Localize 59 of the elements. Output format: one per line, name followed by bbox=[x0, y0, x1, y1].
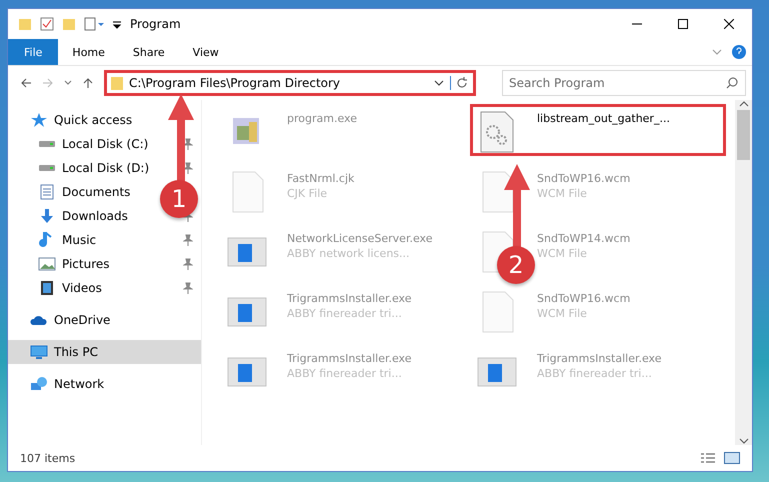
scrollbar-thumb[interactable] bbox=[737, 110, 750, 160]
chevron-down-icon bbox=[712, 49, 722, 55]
folder-icon bbox=[111, 76, 123, 90]
file-type: ABBY finereader tri... bbox=[287, 307, 403, 320]
sidebar-item[interactable]: Pictures bbox=[62, 257, 110, 271]
item-count: 107 items bbox=[20, 452, 76, 464]
sidebar-item[interactable]: Documents bbox=[62, 185, 130, 199]
file-type: WCM File bbox=[537, 247, 588, 260]
search-icon bbox=[726, 77, 738, 89]
file-type: ABBY finereader tri... bbox=[287, 367, 403, 380]
details-view-icon bbox=[700, 452, 716, 464]
network-icon bbox=[30, 376, 48, 392]
download-icon bbox=[38, 208, 56, 224]
large-icons-view-icon bbox=[724, 452, 740, 464]
sidebar-item[interactable]: This PC bbox=[8, 340, 201, 364]
file-type: ABBY network licens... bbox=[287, 247, 411, 260]
ribbon-tab[interactable]: Home bbox=[58, 39, 119, 65]
file-type: ABBY finereader tri... bbox=[537, 367, 653, 380]
star-icon bbox=[30, 112, 48, 128]
sidebar-item[interactable]: Local Disk (D:) bbox=[62, 161, 150, 175]
back-icon bbox=[20, 77, 32, 89]
folder-icon bbox=[62, 17, 76, 31]
scroll-up-icon bbox=[738, 100, 748, 108]
maximize-icon[interactable] bbox=[678, 19, 688, 29]
sidebar-item[interactable]: Videos bbox=[62, 281, 102, 295]
pc-icon bbox=[30, 344, 48, 360]
address-path: C:\Program Files\Program Directory bbox=[129, 76, 342, 90]
ribbon-tab[interactable]: View bbox=[178, 39, 233, 65]
sidebar-item[interactable]: Network bbox=[54, 377, 104, 391]
chevron-down-icon bbox=[64, 80, 72, 86]
videos-icon bbox=[38, 280, 56, 296]
chevron-down-icon bbox=[434, 80, 444, 86]
sidebar-item[interactable]: Downloads bbox=[62, 209, 128, 223]
properties-icon bbox=[84, 17, 104, 31]
file-type: WCM File bbox=[537, 187, 588, 200]
sidebar-item[interactable]: OneDrive bbox=[54, 313, 110, 327]
up-icon bbox=[82, 77, 94, 89]
drive-icon bbox=[38, 140, 56, 148]
sidebar-item[interactable]: Music bbox=[62, 233, 96, 247]
document-icon bbox=[38, 184, 56, 200]
file-item[interactable]: libstream_out_gather_... bbox=[470, 104, 726, 156]
file-type: CJK File bbox=[287, 187, 328, 200]
sidebar-item[interactable]: Local Disk (C:) bbox=[62, 137, 148, 151]
file-type: WCM File bbox=[537, 307, 588, 320]
file-name: libstream_out_gather_... bbox=[537, 112, 670, 125]
scroll-down-icon bbox=[738, 437, 748, 445]
refresh-icon bbox=[450, 76, 469, 90]
sidebar-item[interactable]: Quick access bbox=[54, 113, 132, 127]
pictures-icon bbox=[38, 256, 56, 272]
address-bar[interactable]: C:\Program Files\Program Directory bbox=[104, 70, 476, 96]
window-title: Program bbox=[130, 17, 181, 31]
forward-icon bbox=[42, 77, 54, 89]
ribbon-tab[interactable]: Share bbox=[118, 39, 179, 65]
checklist-icon bbox=[40, 17, 54, 31]
drive-icon bbox=[38, 164, 56, 172]
close-icon[interactable] bbox=[724, 19, 734, 29]
search-field[interactable]: Search Program bbox=[502, 70, 746, 96]
help-icon bbox=[732, 45, 746, 59]
folder-icon bbox=[18, 17, 32, 31]
